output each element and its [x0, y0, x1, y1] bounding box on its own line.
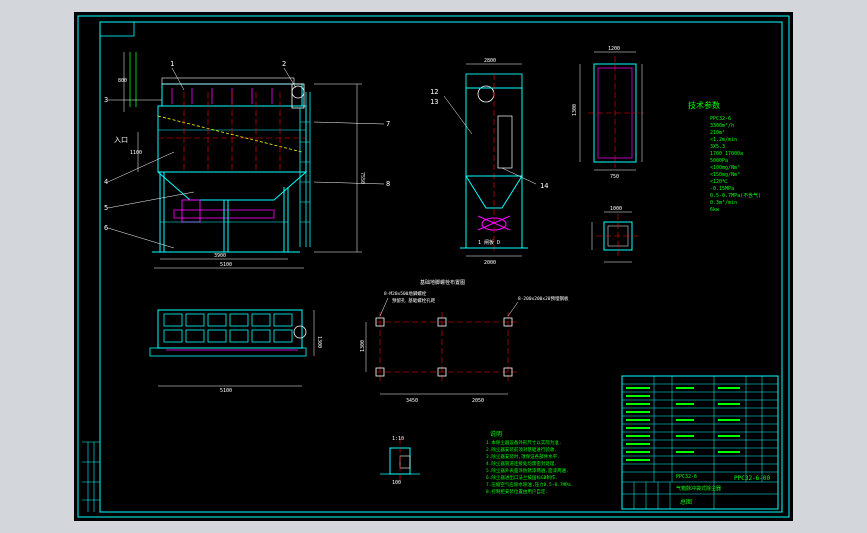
leader-label: 7	[386, 120, 390, 128]
leader-label: 3	[104, 96, 108, 104]
foundation-note: 8-200x200x20预埋钢板	[518, 295, 569, 302]
inlet-label: 入口	[114, 136, 128, 144]
leader-label: 12	[430, 88, 438, 96]
note-line: 2.除尘器安装前须对基础进行验收.	[486, 446, 557, 453]
dimension-text: 7550	[359, 172, 365, 184]
side-view[interactable]	[443, 63, 537, 257]
note-line: 1.本除尘器设备外形尺寸以实际为准.	[486, 439, 562, 446]
tech-params-title: 技术参数	[688, 100, 720, 110]
foundation-note: 预留孔 基础螺栓孔距	[392, 297, 436, 304]
tech-param-line: 6kw	[710, 207, 720, 213]
dimension-text: 2050	[472, 398, 484, 404]
note-line: 7.压缩空气应除水除油,压力0.5-0.7MPa.	[486, 481, 573, 488]
foundation-plan[interactable]	[365, 297, 519, 395]
cad-viewport[interactable]: 1 2 3 4 5 6 7 8 入口 3900 5100 7550 1100 8…	[0, 0, 867, 533]
dimension-text: 1300	[360, 340, 366, 352]
dimension-text: 1300	[572, 104, 578, 116]
leader-label: 6	[104, 224, 108, 232]
leader-label: 5	[104, 204, 108, 212]
note-line: 4.除尘器管道连接处均需密封处理.	[486, 460, 557, 467]
dimension-text: 1000	[610, 206, 622, 212]
tech-param-line: 210m²	[710, 130, 725, 136]
dimension-text: 750	[610, 174, 619, 180]
leader-label: 14	[540, 182, 548, 190]
bracket-detail[interactable]	[380, 438, 420, 482]
tech-param-line: PPC32-6	[710, 116, 731, 122]
dimension-text: 2800	[484, 58, 496, 64]
gate-label: 1 闸板 D	[478, 239, 500, 246]
note-line: 6.除尘器进出口法兰按国标GB制作.	[486, 474, 558, 481]
dimension-text: 5100	[220, 388, 232, 394]
front-view[interactable]	[107, 52, 385, 269]
dimension-text: 3900	[214, 253, 226, 259]
notes-title: 说明	[490, 430, 502, 438]
text-layer: 1 2 3 4 5 6 7 8 入口 3900 5100 7550 1100 8…	[104, 46, 771, 506]
dimension-text: 5100	[220, 262, 232, 268]
detail-scale: 1:10	[392, 436, 404, 442]
dimension-text: 1300	[316, 336, 322, 348]
dimension-text: 800	[118, 78, 127, 84]
note-line: 5.除尘器外表面涂防锈漆两遍,面漆两遍.	[486, 467, 569, 474]
note-line: 3.除尘器安装时,须保证各部件水平.	[486, 453, 560, 460]
tech-param-line: 1700 17000a	[710, 151, 743, 157]
leader-label: 1	[170, 60, 174, 68]
leader-label: 8	[386, 180, 390, 188]
tech-param-line: -0.15MPa	[710, 186, 734, 192]
title-block-drawing-no: PPC32-6-00	[734, 475, 771, 482]
tech-param-line: 5000Pa	[710, 158, 728, 164]
title-block-sheet-type: 总图	[680, 498, 692, 506]
dimension-text: 1100	[130, 150, 142, 156]
dimension-text: 2000	[484, 260, 496, 266]
cad-drawing: 1 2 3 4 5 6 7 8 入口 3900 5100 7550 1100 8…	[77, 15, 790, 518]
leader-label: 13	[430, 98, 438, 106]
dimension-text: 1200	[608, 46, 620, 52]
top-detail-view[interactable]	[579, 51, 644, 263]
drawing-sheet[interactable]: 1 2 3 4 5 6 7 8 入口 3900 5100 7550 1100 8…	[74, 12, 793, 521]
tech-param-line: 3300m³/h	[710, 123, 734, 129]
tech-param-line: 0.3m³/min	[710, 200, 737, 206]
title-block-name: 气箱脉冲袋式除尘器	[676, 485, 721, 492]
leader-label: 2	[282, 60, 286, 68]
tech-param-line: <100mg/Nm³	[710, 165, 740, 171]
note-line: 8.控制柜安装位置由用户自定.	[486, 488, 548, 495]
foundation-title: 基础地脚螺栓布置图	[420, 279, 465, 286]
tech-param-line: 0.5-0.7MPa(不含气)	[710, 192, 761, 199]
foundation-note: 8-M20x500地脚螺栓	[384, 290, 427, 297]
title-block-model: PPC32-6	[676, 474, 697, 480]
dimension-text: 100	[392, 480, 401, 486]
tech-param-line: <120℃	[710, 179, 728, 185]
tech-param-line: <1.2m/min	[710, 137, 737, 143]
plan-view[interactable]	[149, 309, 315, 387]
leader-label: 4	[104, 178, 108, 186]
tech-param-line: <150mg/Nm³	[710, 172, 740, 178]
tech-param-line: 3X5.3	[710, 144, 725, 150]
dimension-text: 3450	[406, 398, 418, 404]
